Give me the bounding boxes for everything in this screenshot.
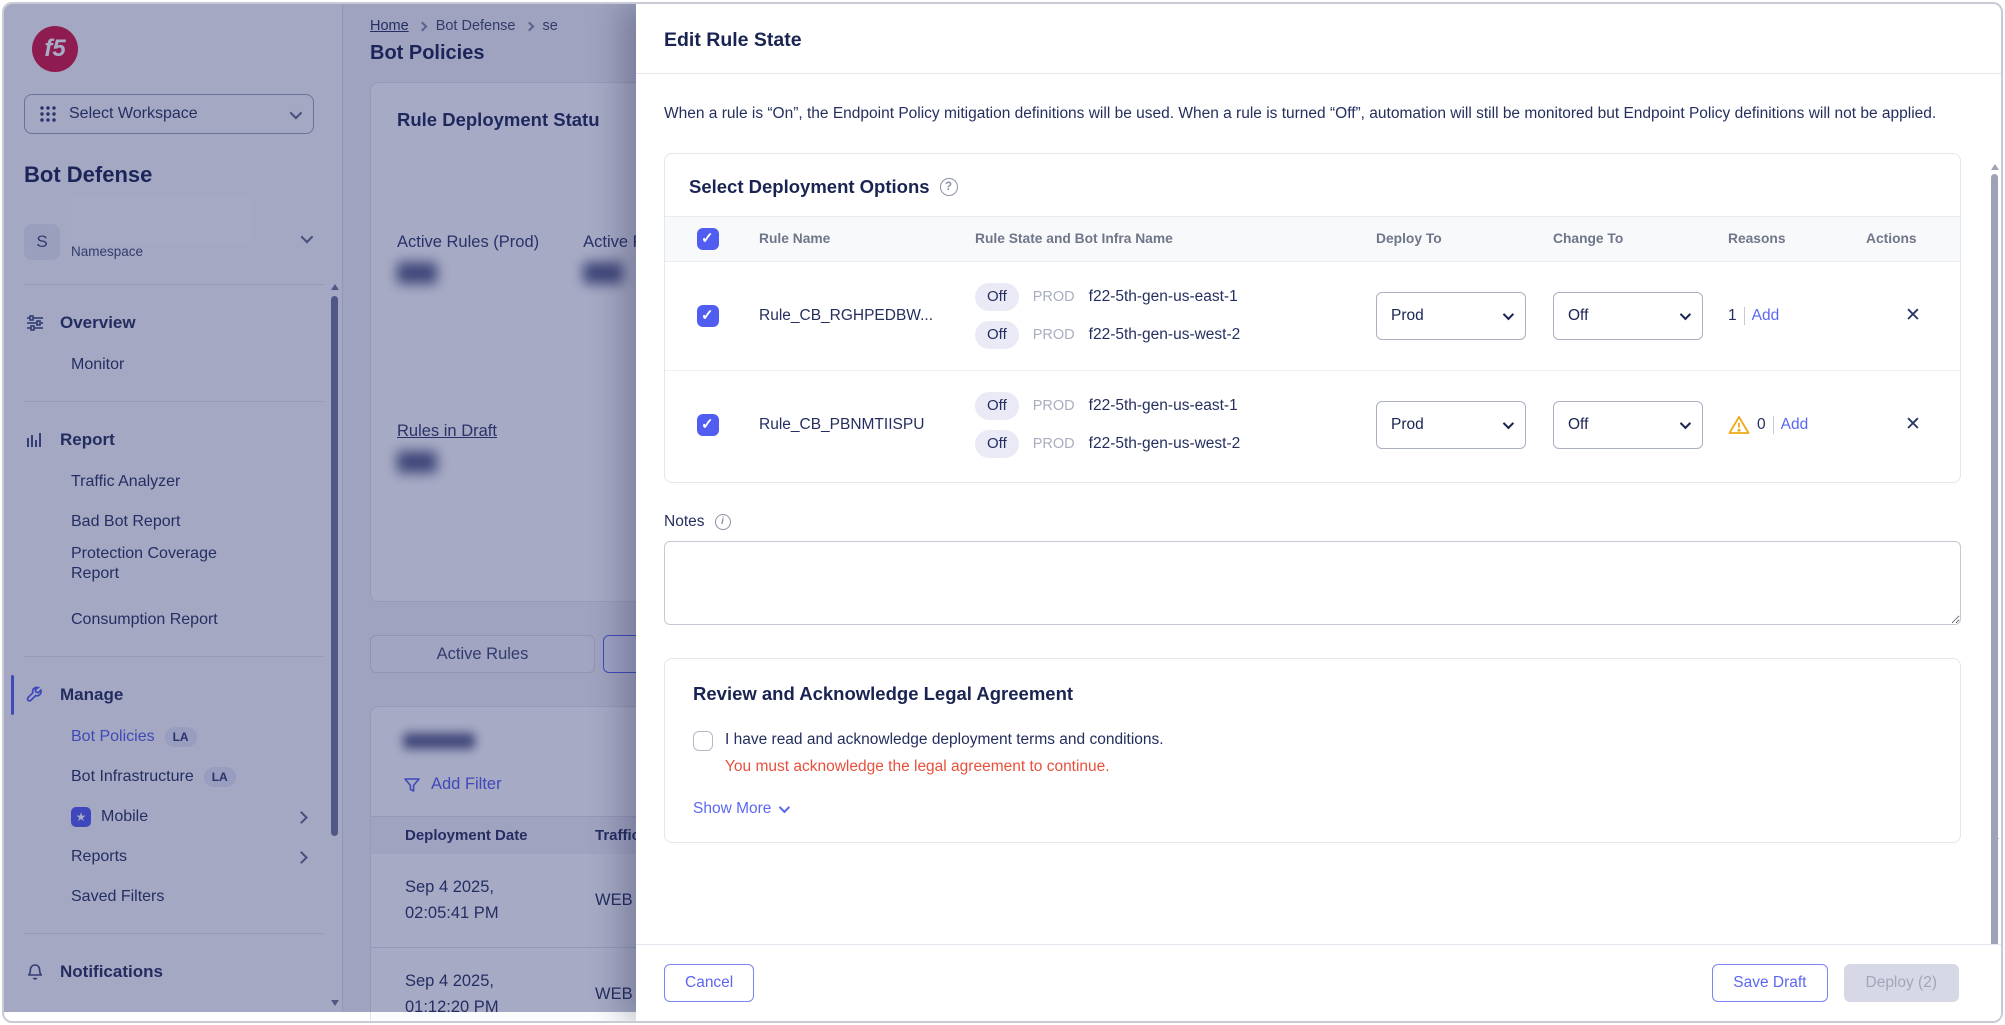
edit-rule-state-drawer: Edit Rule State When a rule is “On”, the…: [636, 4, 2001, 1021]
drawer-body: When a rule is “On”, the Endpoint Policy…: [636, 74, 2001, 944]
legal-title: Review and Acknowledge Legal Agreement: [693, 683, 1932, 705]
help-icon[interactable]: ?: [940, 178, 958, 196]
deploy-to-select[interactable]: Prod: [1376, 401, 1526, 449]
legal-agreement-card: Review and Acknowledge Legal Agreement I…: [664, 658, 1961, 843]
col-actions: Actions: [1866, 231, 1960, 246]
change-to-select[interactable]: Off: [1553, 401, 1703, 449]
save-draft-button[interactable]: Save Draft: [1712, 964, 1827, 1002]
env-label: PROD: [1033, 398, 1075, 414]
infra-name: f22-5th-gen-us-west-2: [1089, 435, 1241, 453]
drawer-footer: Cancel Save Draft Deploy (2): [636, 944, 2001, 1021]
deploy-button[interactable]: Deploy (2): [1844, 964, 1960, 1002]
rule-name: Rule_CB_PBNMTIISPU: [759, 416, 975, 434]
drawer-description: When a rule is “On”, the Endpoint Policy…: [664, 101, 1961, 127]
col-deploy-to: Deploy To: [1376, 231, 1553, 246]
col-rule-name: Rule Name: [759, 231, 975, 246]
chevron-down-icon: [1503, 417, 1514, 428]
app-window: f5 Select Workspace Bot Defense S Namesp…: [2, 2, 2003, 1023]
cancel-button[interactable]: Cancel: [664, 964, 754, 1002]
deployment-options-card: Select Deployment Options ? Rule Name Ru…: [664, 153, 1961, 483]
chevron-down-icon: [1680, 308, 1691, 319]
divider: [1744, 307, 1745, 325]
rule-state-pill: Off: [975, 392, 1019, 420]
add-reason-link[interactable]: Add: [1752, 307, 1780, 325]
infra-name: f22-5th-gen-us-east-1: [1089, 397, 1238, 415]
rule-state-pill: Off: [975, 321, 1019, 349]
remove-row-icon[interactable]: ✕: [1905, 415, 1921, 434]
options-table-header: Rule Name Rule State and Bot Infra Name …: [665, 216, 1960, 262]
legal-error-message: You must acknowledge the legal agreement…: [725, 758, 1932, 776]
deploy-to-select[interactable]: Prod: [1376, 292, 1526, 340]
rule-state-pill: Off: [975, 283, 1019, 311]
show-more-link[interactable]: Show More: [693, 800, 1932, 818]
scroll-up-arrow[interactable]: [1991, 164, 1999, 170]
rule-name: Rule_CB_RGHPEDBW...: [759, 307, 975, 325]
env-label: PROD: [1033, 436, 1075, 452]
row-checkbox[interactable]: [697, 414, 719, 436]
select-all-checkbox[interactable]: [697, 228, 719, 250]
infra-name: f22-5th-gen-us-west-2: [1089, 326, 1241, 344]
drawer-title: Edit Rule State: [664, 29, 1973, 52]
col-change-to: Change To: [1553, 231, 1728, 246]
chevron-down-icon: [779, 801, 790, 812]
change-to-select[interactable]: Off: [1553, 292, 1703, 340]
drawer-scrollbar[interactable]: [1991, 164, 1999, 844]
reasons-count: 0: [1757, 416, 1766, 434]
deployment-options-title: Select Deployment Options: [689, 176, 930, 198]
info-icon[interactable]: i: [715, 514, 731, 530]
scroll-down-arrow[interactable]: [1991, 838, 1999, 844]
notes-textarea[interactable]: [664, 541, 1961, 625]
legal-checkbox-label: I have read and acknowledge deployment t…: [725, 731, 1164, 749]
env-label: PROD: [1033, 327, 1075, 343]
add-reason-link[interactable]: Add: [1781, 416, 1809, 434]
chevron-down-icon: [1680, 417, 1691, 428]
reasons-count: 1: [1728, 307, 1737, 325]
col-rule-state: Rule State and Bot Infra Name: [975, 231, 1376, 246]
notes-section: Notes i: [664, 513, 1961, 630]
warning-icon: [1728, 415, 1750, 435]
infra-name: f22-5th-gen-us-east-1: [1089, 288, 1238, 306]
env-label: PROD: [1033, 289, 1075, 305]
notes-label: Notes: [664, 513, 705, 531]
remove-row-icon[interactable]: ✕: [1905, 306, 1921, 325]
rule-row: Rule_CB_PBNMTIISPU Off PROD f22-5th-gen-…: [665, 371, 1960, 482]
rule-row: Rule_CB_RGHPEDBW... Off PROD f22-5th-gen…: [665, 262, 1960, 371]
drawer-header: Edit Rule State: [636, 4, 2001, 74]
scrollbar-thumb[interactable]: [1991, 174, 1998, 944]
rule-state-pill: Off: [975, 430, 1019, 458]
col-reasons: Reasons: [1728, 231, 1866, 246]
row-checkbox[interactable]: [697, 305, 719, 327]
chevron-down-icon: [1503, 308, 1514, 319]
legal-checkbox[interactable]: [693, 731, 713, 751]
divider: [1773, 416, 1774, 434]
